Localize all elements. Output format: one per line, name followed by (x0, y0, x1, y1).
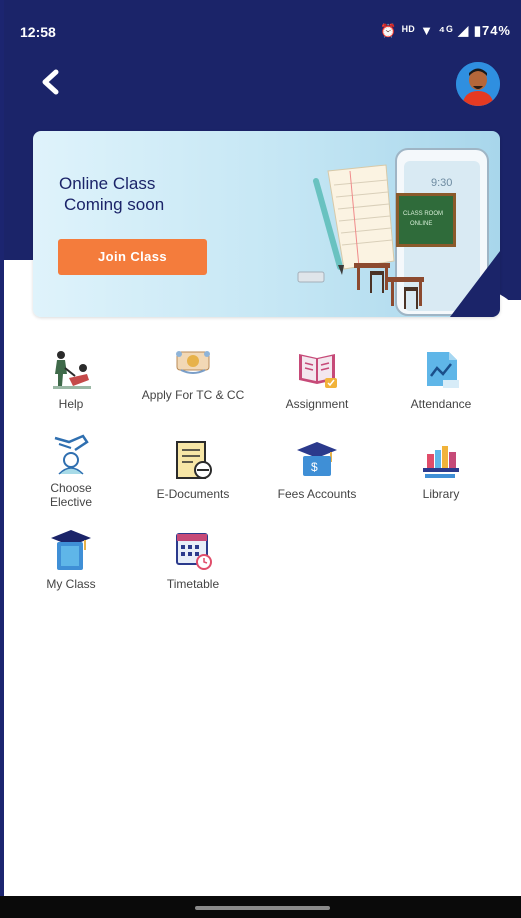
choose-hand-icon (49, 432, 93, 476)
svg-text:$: $ (311, 460, 318, 474)
banner-title: Online Class Coming soon (59, 173, 164, 215)
menu-item-label: Library (422, 487, 460, 501)
menu-item-library[interactable]: Library (386, 438, 496, 501)
menu-item-label: Help (58, 397, 84, 411)
phone-time: 9:30 (431, 177, 452, 189)
join-class-button[interactable]: Join Class (58, 239, 207, 275)
avatar[interactable] (456, 62, 500, 106)
menu-item-attendance[interactable]: Attendance (386, 348, 496, 411)
user-avatar-icon (456, 62, 500, 106)
app-screen: 12:58 ⏰ ᴴᴰ ▼ ⁴ᴳ ◢ ▮74% Online Class Comi… (0, 0, 521, 918)
chevron-left-icon (42, 69, 59, 95)
fees-cap-icon: $ (295, 438, 339, 482)
classroom-illustration: 9:30 CLASS ROOM ONLINE (297, 148, 500, 317)
menu-item-assignment[interactable]: Assignment (262, 348, 372, 411)
menu-item-choose-elective[interactable]: Choose Elective (16, 432, 126, 509)
home-gesture-handle[interactable] (195, 906, 330, 910)
online-class-banner: Online Class Coming soon Join Class 9:30… (33, 131, 500, 317)
menu-item-label: My Class (46, 577, 96, 591)
open-book-icon (295, 348, 339, 392)
calendar-clock-icon (171, 528, 215, 572)
status-icons: ⏰ ᴴᴰ ▼ ⁴ᴳ ◢ ▮74% (380, 23, 511, 38)
menu-item-help[interactable]: Help (16, 348, 126, 411)
status-time: 12:58 (20, 24, 56, 40)
e-document-icon (171, 438, 215, 482)
my-class-icon (49, 528, 93, 572)
board-line1: CLASS ROOM (403, 211, 443, 217)
menu-item-my-class[interactable]: My Class (16, 528, 126, 591)
left-edge (0, 0, 4, 918)
menu-item-label: E-Documents (156, 487, 230, 501)
menu-item-label: Apply For TC & CC (141, 388, 245, 402)
status-bar: 12:58 ⏰ ᴴᴰ ▼ ⁴ᴳ ◢ ▮74% (0, 18, 521, 48)
menu-item-label: Attendance (410, 397, 472, 411)
menu-item-label: Fees Accounts (277, 487, 357, 501)
board-line2: ONLINE (410, 221, 432, 227)
banner-title-line2: Coming soon (64, 195, 165, 214)
menu-item-label: Choose Elective (49, 481, 93, 509)
menu-item-timetable[interactable]: Timetable (138, 528, 248, 591)
menu-item-label: Timetable (166, 577, 220, 591)
menu-item-e-documents[interactable]: E-Documents (138, 438, 248, 501)
menu-item-label: Assignment (285, 397, 349, 411)
back-button[interactable] (34, 64, 70, 100)
library-books-icon (419, 438, 463, 482)
certificate-icon (171, 342, 215, 386)
help-people-icon (49, 348, 93, 392)
chart-document-icon (419, 348, 463, 392)
menu-item-apply-tc-cc[interactable]: Apply For TC & CC (138, 342, 248, 402)
menu-item-fees-accounts[interactable]: $ Fees Accounts (262, 438, 372, 501)
banner-title-line1: Online Class (59, 174, 156, 193)
